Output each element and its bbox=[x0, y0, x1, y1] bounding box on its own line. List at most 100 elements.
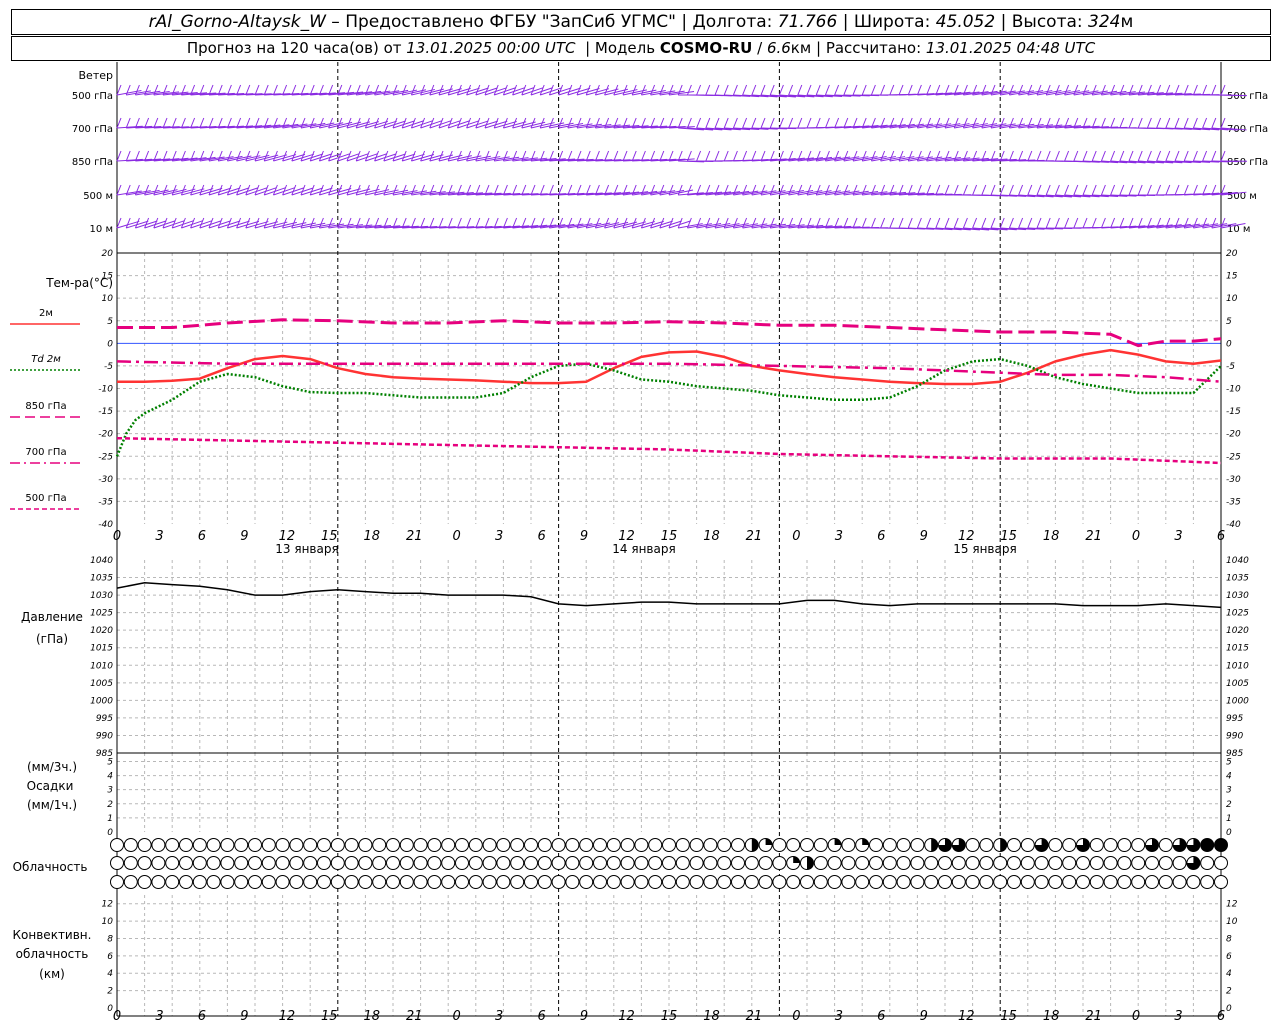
pressure-tick-left: 1035 bbox=[90, 574, 113, 584]
cloud-symbol bbox=[192, 838, 207, 852]
precip-tick-right: 2 bbox=[1226, 800, 1232, 810]
wind-barb-feather bbox=[116, 150, 122, 162]
cloud-symbol bbox=[179, 838, 193, 852]
wind-barb-feather bbox=[696, 150, 702, 162]
hour-label-bottom: 18 bbox=[703, 1009, 720, 1024]
cloud-symbol bbox=[123, 856, 138, 870]
cloud-fill bbox=[793, 856, 800, 863]
hour-label-bottom: 6 bbox=[537, 1009, 545, 1024]
cloud-symbol bbox=[731, 838, 745, 852]
temp-tick-right: 5 bbox=[1226, 317, 1232, 327]
cloud-symbol bbox=[675, 856, 690, 870]
wind-barb-feather bbox=[972, 217, 978, 229]
temp-tick-left: -10 bbox=[98, 385, 113, 395]
cloud-symbol bbox=[137, 856, 152, 870]
wind-barb-feather bbox=[1073, 217, 1079, 229]
cloud-symbol bbox=[800, 875, 814, 889]
wind-barb-feather bbox=[1211, 117, 1217, 129]
wind-barb-feather bbox=[806, 84, 812, 96]
wind-barb-feather bbox=[898, 217, 904, 229]
wind-barb-feather bbox=[889, 150, 895, 162]
cloud-symbol bbox=[620, 838, 635, 852]
cloud-symbol bbox=[330, 875, 345, 889]
wind-barb-shaft bbox=[1220, 94, 1247, 97]
cloud-symbol bbox=[910, 838, 925, 852]
cloud-symbol bbox=[303, 838, 318, 852]
wind-barb-feather bbox=[116, 84, 122, 96]
wind-barb-feather bbox=[677, 217, 683, 229]
conv-tick-right: 10 bbox=[1226, 917, 1238, 927]
wind-barb-feather bbox=[999, 217, 1005, 229]
wind-barb-feather bbox=[834, 84, 840, 96]
cloud-symbol bbox=[206, 838, 221, 852]
cloud-symbol bbox=[303, 875, 318, 889]
precip-tick-left: 3 bbox=[107, 786, 113, 796]
cloud-symbol bbox=[965, 875, 980, 889]
pressure-tick-left: 1020 bbox=[90, 626, 113, 636]
cloud-symbol bbox=[979, 838, 994, 852]
cloud-symbol bbox=[165, 875, 180, 889]
temp-tick-left: -5 bbox=[104, 362, 113, 372]
cloud-symbol bbox=[110, 838, 124, 852]
cloud-symbol bbox=[813, 838, 828, 852]
cloud-symbol bbox=[413, 856, 428, 870]
cloud-symbol bbox=[620, 856, 635, 870]
wind-barb-feather bbox=[1008, 184, 1014, 196]
wind-level-left: 850 гПа bbox=[72, 157, 113, 168]
wind-barb-feather bbox=[1128, 184, 1134, 196]
wind-barb-feather bbox=[1018, 184, 1024, 196]
cloud-symbol bbox=[579, 875, 594, 889]
hour-label-bottom: 12 bbox=[279, 1009, 296, 1024]
cloud-symbol bbox=[386, 838, 400, 852]
wind-barb-feather bbox=[953, 184, 959, 196]
cloud-symbol bbox=[1007, 856, 1021, 870]
wind-barb-feather bbox=[502, 117, 508, 129]
cloud-symbol bbox=[137, 875, 152, 889]
precip-tick-left: 2 bbox=[107, 800, 113, 810]
wind-barb-feather bbox=[889, 84, 895, 96]
wind-barb-feather bbox=[1146, 184, 1152, 196]
wind-barb-feather bbox=[318, 117, 324, 129]
date-label: 14 января bbox=[612, 542, 675, 556]
hour-label-bottom: 3 bbox=[1174, 1009, 1182, 1024]
wind-barb-feather bbox=[410, 84, 416, 96]
cloud-symbol bbox=[993, 875, 1008, 889]
wind-barb-feather bbox=[705, 150, 711, 162]
cloud-symbol bbox=[869, 838, 883, 852]
cloud-symbol bbox=[565, 875, 580, 889]
wind-barb-feather bbox=[585, 217, 591, 229]
cloud-symbol bbox=[965, 838, 980, 852]
cloud-symbol bbox=[110, 856, 124, 870]
temp-tick-left: -20 bbox=[98, 430, 113, 440]
cloud-symbol bbox=[344, 838, 359, 852]
wind-barb-feather bbox=[1027, 184, 1033, 196]
cloud-symbol bbox=[593, 875, 607, 889]
cloud-symbol bbox=[1076, 875, 1090, 889]
temp-tick-left: -25 bbox=[98, 452, 113, 462]
conv-tick-right: 4 bbox=[1226, 969, 1232, 979]
precip-tick-right: 3 bbox=[1226, 786, 1232, 796]
cloud-symbol bbox=[1158, 875, 1173, 889]
cloud-symbol bbox=[1048, 838, 1063, 852]
cloud-symbol bbox=[537, 875, 552, 889]
cloud-symbol bbox=[220, 856, 235, 870]
wind-barb-feather bbox=[1054, 84, 1060, 96]
cloud-symbol bbox=[192, 856, 207, 870]
wind-barb-feather bbox=[567, 117, 573, 129]
wind-barb-feather bbox=[907, 84, 913, 96]
precip-unit-3h: (мм/3ч.) bbox=[27, 760, 77, 774]
cloud-symbol bbox=[648, 838, 663, 852]
wind-barb-feather bbox=[962, 184, 968, 196]
cloud-symbol bbox=[579, 838, 594, 852]
wind-barb-feather bbox=[1220, 217, 1226, 229]
cloud-symbol bbox=[703, 875, 718, 889]
temp-tick-right: -30 bbox=[1226, 475, 1241, 485]
pressure-tick-left: 1030 bbox=[90, 591, 113, 601]
conv-tick-right: 2 bbox=[1226, 987, 1232, 997]
precip-tick-left: 0 bbox=[107, 828, 113, 838]
conv-tick-left: 2 bbox=[107, 987, 113, 997]
wind-barb-feather bbox=[1211, 84, 1217, 96]
conv-unit: (км) bbox=[39, 967, 65, 981]
pressure-tick-left: 1015 bbox=[90, 644, 113, 654]
cloud-symbol bbox=[248, 875, 262, 889]
